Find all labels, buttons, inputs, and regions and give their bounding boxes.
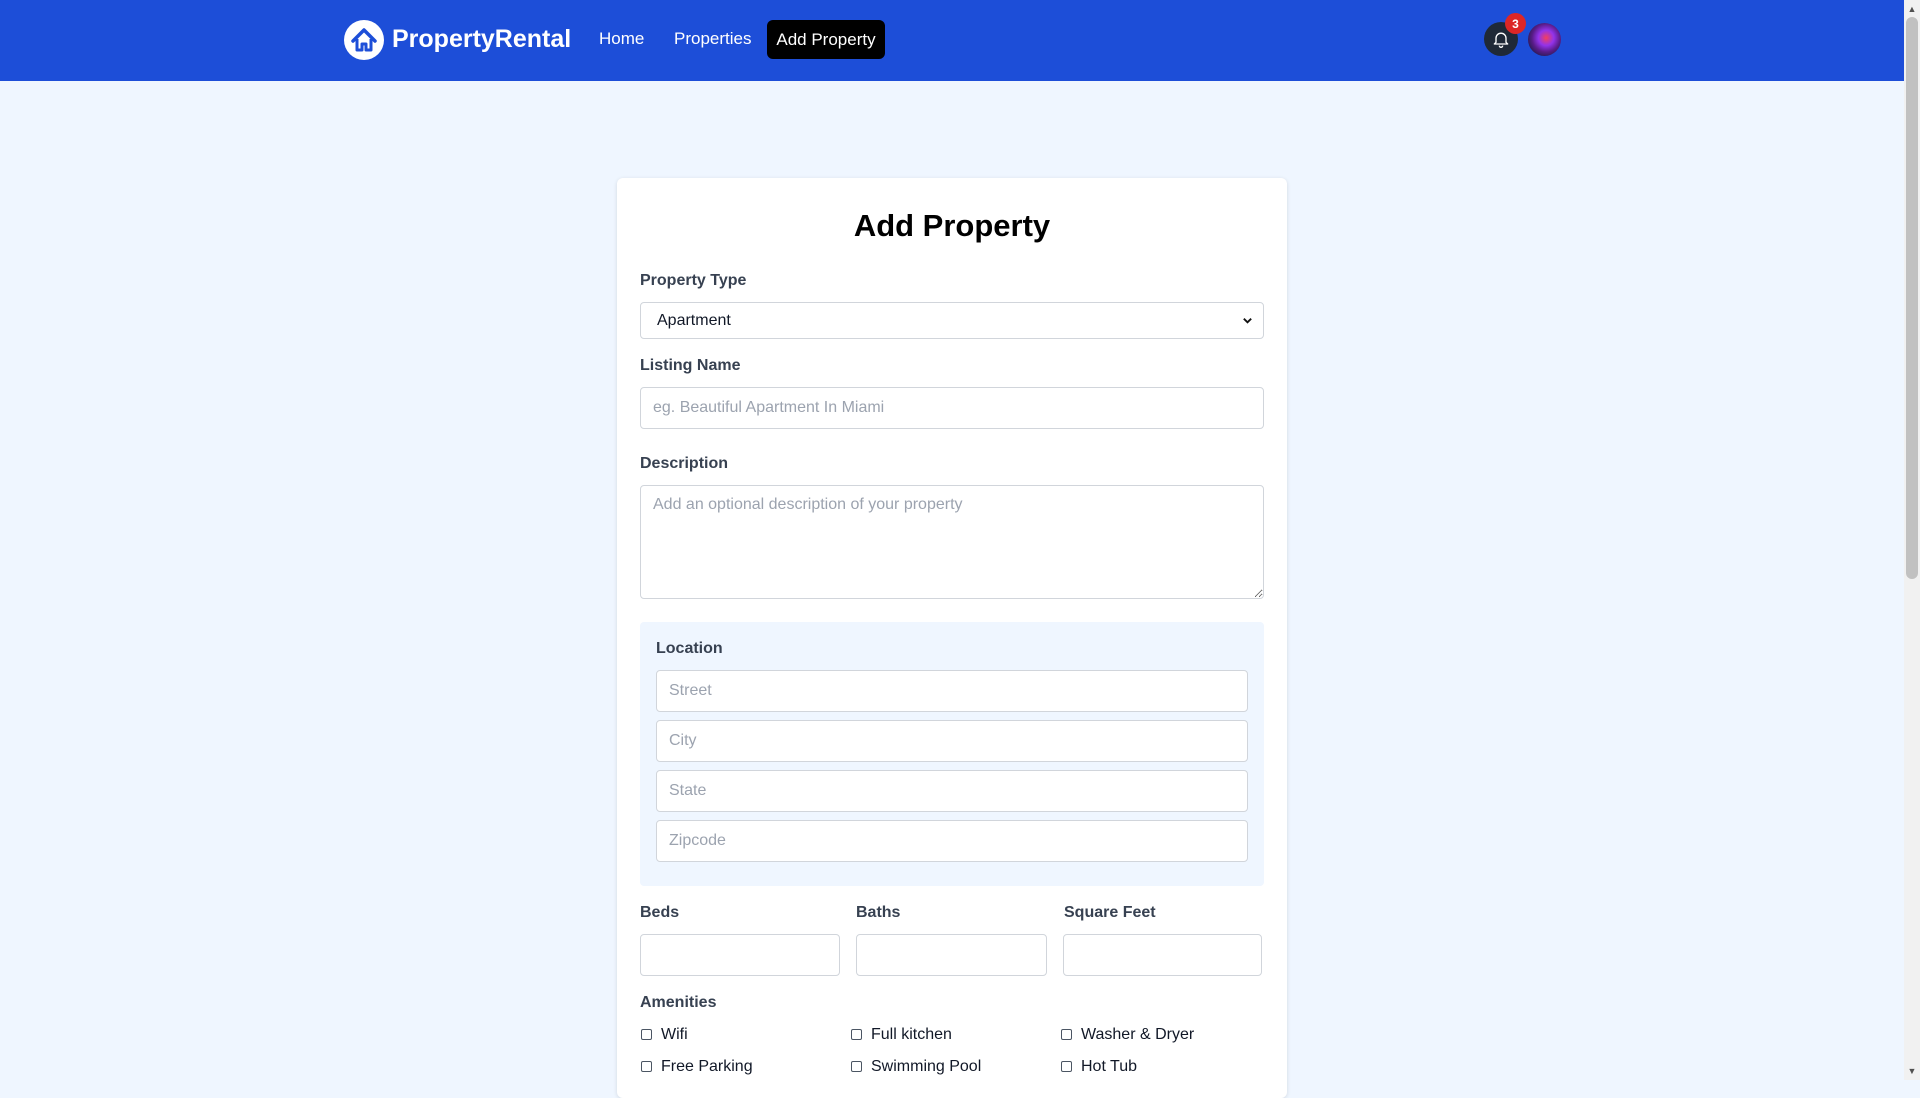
baths-input[interactable] (856, 934, 1047, 976)
square-feet-label: Square Feet (1064, 904, 1156, 921)
street-input[interactable] (656, 670, 1248, 712)
city-input[interactable] (656, 720, 1248, 762)
scroll-up-icon[interactable]: ▲ (1906, 2, 1918, 16)
beds-label: Beds (640, 904, 680, 921)
amenity-checkbox-wifi[interactable] (641, 1029, 652, 1040)
amenity-label-washer-dryer: Washer & Dryer (1081, 1026, 1195, 1043)
scrollbar-thumb[interactable] (1906, 17, 1918, 579)
house-icon[interactable] (344, 20, 384, 60)
listing-name-input[interactable] (640, 387, 1264, 429)
property-type-label: Property Type (640, 272, 747, 289)
scroll-down-icon[interactable]: ▼ (1906, 1064, 1918, 1078)
top-navbar (0, 0, 1904, 81)
page-title: Add Property (853, 208, 1051, 243)
amenities-label: Amenities (640, 994, 717, 1011)
amenity-checkbox-washer-dryer[interactable] (1061, 1029, 1072, 1040)
notification-badge: 3 (1505, 13, 1526, 34)
amenity-checkbox-free-parking[interactable] (641, 1061, 652, 1072)
zipcode-input[interactable] (656, 820, 1248, 862)
baths-label: Baths (856, 904, 901, 921)
property-type-value: Apartment (657, 312, 731, 329)
listing-name-label: Listing Name (640, 357, 741, 374)
amenity-label-free-parking: Free Parking (661, 1058, 753, 1075)
chevron-down-icon (1243, 318, 1252, 324)
state-input[interactable] (656, 770, 1248, 812)
amenity-label-hot-tub: Hot Tub (1081, 1058, 1138, 1075)
description-textarea[interactable] (640, 485, 1264, 599)
amenity-label-wifi: Wifi (661, 1026, 688, 1043)
user-avatar[interactable] (1528, 23, 1561, 56)
square-feet-input[interactable] (1063, 934, 1262, 976)
nav-link-home[interactable]: Home (599, 29, 644, 49)
description-label: Description (640, 455, 729, 472)
amenity-checkbox-hot-tub[interactable] (1061, 1061, 1072, 1072)
amenity-label-full-kitchen: Full kitchen (871, 1026, 952, 1043)
beds-input[interactable] (640, 934, 840, 976)
amenity-label-swimming-pool: Swimming Pool (871, 1058, 982, 1075)
nav-link-properties[interactable]: Properties (674, 29, 751, 49)
brand-name[interactable]: PropertyRental (392, 25, 571, 54)
bell-icon (1493, 32, 1509, 48)
nav-link-add-property[interactable]: Add Property (767, 20, 885, 59)
amenity-checkbox-swimming-pool[interactable] (851, 1061, 862, 1072)
property-type-select[interactable]: Apartment (640, 302, 1264, 339)
location-label: Location (656, 640, 723, 657)
amenity-checkbox-full-kitchen[interactable] (851, 1029, 862, 1040)
